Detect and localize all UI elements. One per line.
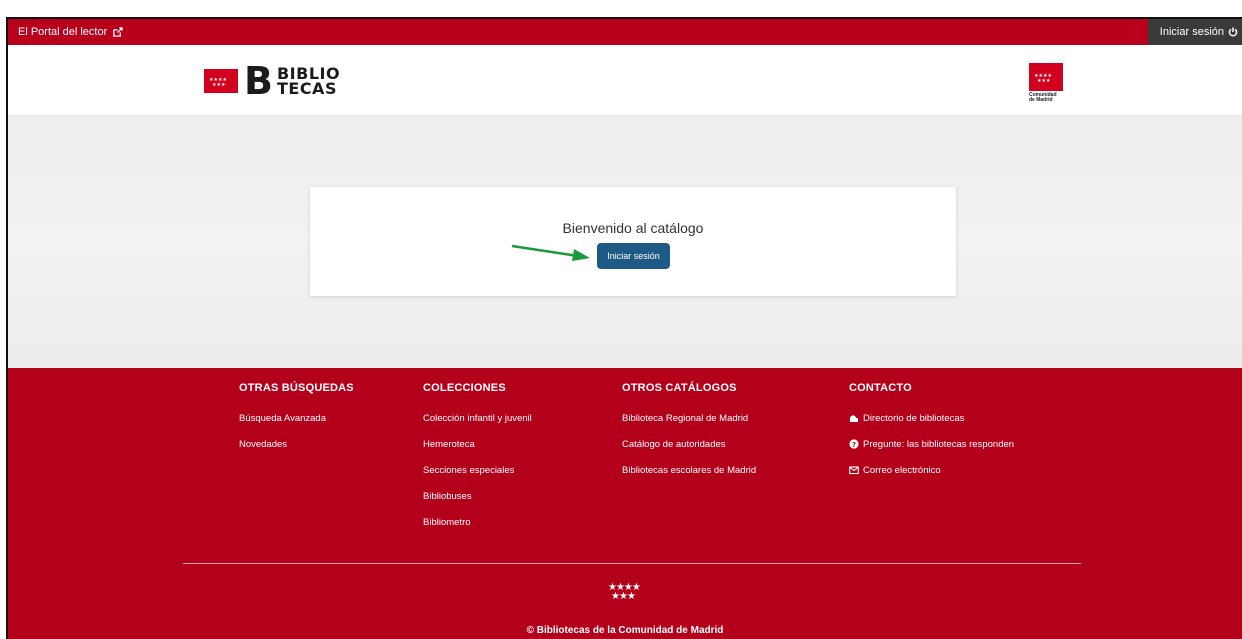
madrid-stars-icon: ★★★★ ★★★ [608,583,641,602]
footer-col-title: OTROS CATÁLOGOS [622,382,737,394]
footer-link-label: Novedades [239,439,288,450]
portal-lector-link[interactable]: El Portal del lector [18,26,123,38]
footer-link-label: Biblioteca Regional de Madrid [622,413,749,424]
copyright-icon: © [526,625,534,636]
madrid-flag-icon: ★★★★ ★★★ [204,69,238,93]
footer-link-label: Correo electrónico [863,465,941,476]
footer-link-label: Bibliotecas escolares de Madrid [622,465,757,476]
footer-link[interactable]: Directorio de bibliotecas [849,413,1014,439]
svg-text:★★★: ★★★ [212,82,226,86]
copyright-text: © Bibliotecas de la Comunidad de Madrid [8,625,1242,636]
footer-col-otras-busquedas: OTRAS BÚSQUEDAS Búsqueda Avanzada Noveda… [239,382,354,465]
svg-text:?: ? [852,441,856,449]
footer-link[interactable]: Novedades [239,439,354,465]
footer-col-otros-catalogos: OTROS CATÁLOGOS Biblioteca Regional de M… [622,382,756,491]
footer-link-label: Directorio de bibliotecas [863,413,965,424]
footer-link-label: Catálogo de autoridades [622,439,726,450]
footer-link-label: Bibliobuses [423,491,472,502]
welcome-card: Bienvenido al catálogo Iniciar sesión [310,187,956,296]
site-footer: OTRAS BÚSQUEDAS Búsqueda Avanzada Noveda… [8,368,1242,639]
portal-link-label: El Portal del lector [18,26,108,38]
footer-link-label: Colección infantil y juvenil [423,413,532,424]
comunidad-madrid-logo[interactable]: ★★★★ ★★★ Comunidad de Madrid [1029,63,1063,105]
bibliotecas-logo[interactable]: ★★★★ ★★★ B BIBLIO TECAS [204,59,340,103]
footer-link-label: Bibliometro [423,517,471,528]
library-directory-icon [850,415,858,422]
logo-line2: TECAS [276,79,337,98]
footer-col-contacto: CONTACTO Directorio de bibliotecas ? Pre… [849,382,1014,491]
footer-link-label: Pregunte: las bibliotecas responden [863,439,1015,450]
footer-link-label: Hemeroteca [423,439,475,450]
svg-text:★★★: ★★★ [1037,78,1051,82]
footer-link[interactable]: Hemeroteca [423,439,532,465]
top-login-button[interactable]: Iniciar sesión [1147,19,1242,45]
green-arrow-icon [511,244,590,261]
welcome-title: Bienvenido al catálogo [562,220,704,236]
envelope-icon [849,466,859,475]
question-circle-icon: ? [849,439,859,449]
footer-link[interactable]: Catálogo de autoridades [622,439,756,465]
footer-divider [183,563,1081,564]
hero-section: Bienvenido al catálogo Iniciar sesión [8,115,1242,368]
footer-col-colecciones: COLECCIONES Colección infantil y juvenil… [423,382,532,543]
cam-logo-text: Comunidad de Madrid [1029,93,1063,103]
footer-link[interactable]: Bibliotecas escolares de Madrid [622,465,756,491]
footer-link[interactable]: Colección infantil y juvenil [423,413,532,439]
footer-link-label: Búsqueda Avanzada [239,413,326,424]
footer-link[interactable]: Biblioteca Regional de Madrid [622,413,756,439]
footer-link[interactable]: Correo electrónico [849,465,1014,491]
footer-link-label: Secciones especiales [423,465,515,476]
copyright-label: Bibliotecas de la Comunidad de Madrid [536,625,724,636]
footer-link[interactable]: Secciones especiales [423,465,532,491]
page: El Portal del lector Iniciar sesión ★★★★… [0,0,1242,639]
footer-link[interactable]: ? Pregunte: las bibliotecas responden [849,439,1014,465]
cam-flag-icon: ★★★★ ★★★ [1029,63,1063,91]
window-border-left [6,17,8,639]
top-bar: El Portal del lector Iniciar sesión [8,19,1242,45]
footer-col-title: COLECCIONES [423,382,506,394]
footer-link[interactable]: Bibliobuses [423,491,532,517]
cam-text-line2: de Madrid [1029,97,1053,103]
power-icon [1228,27,1238,37]
site-header: ★★★★ ★★★ B BIBLIO TECAS ★★★★ ★★★ Comunid… [8,45,1242,115]
logo-wordmark: BIBLIO TECAS [276,66,340,98]
stars-row2: ★★★ [611,591,636,602]
window-border-top [6,17,1242,19]
top-login-label: Iniciar sesión [1159,26,1224,38]
footer-col-title: OTRAS BÚSQUEDAS [239,382,354,394]
footer-col-title: CONTACTO [849,382,912,394]
login-button[interactable]: Iniciar sesión [597,243,670,269]
footer-link[interactable]: Búsqueda Avanzada [239,413,354,439]
footer-link[interactable]: Bibliometro [423,517,532,543]
b-logo-mark: B [244,59,273,103]
external-link-icon [113,26,123,37]
